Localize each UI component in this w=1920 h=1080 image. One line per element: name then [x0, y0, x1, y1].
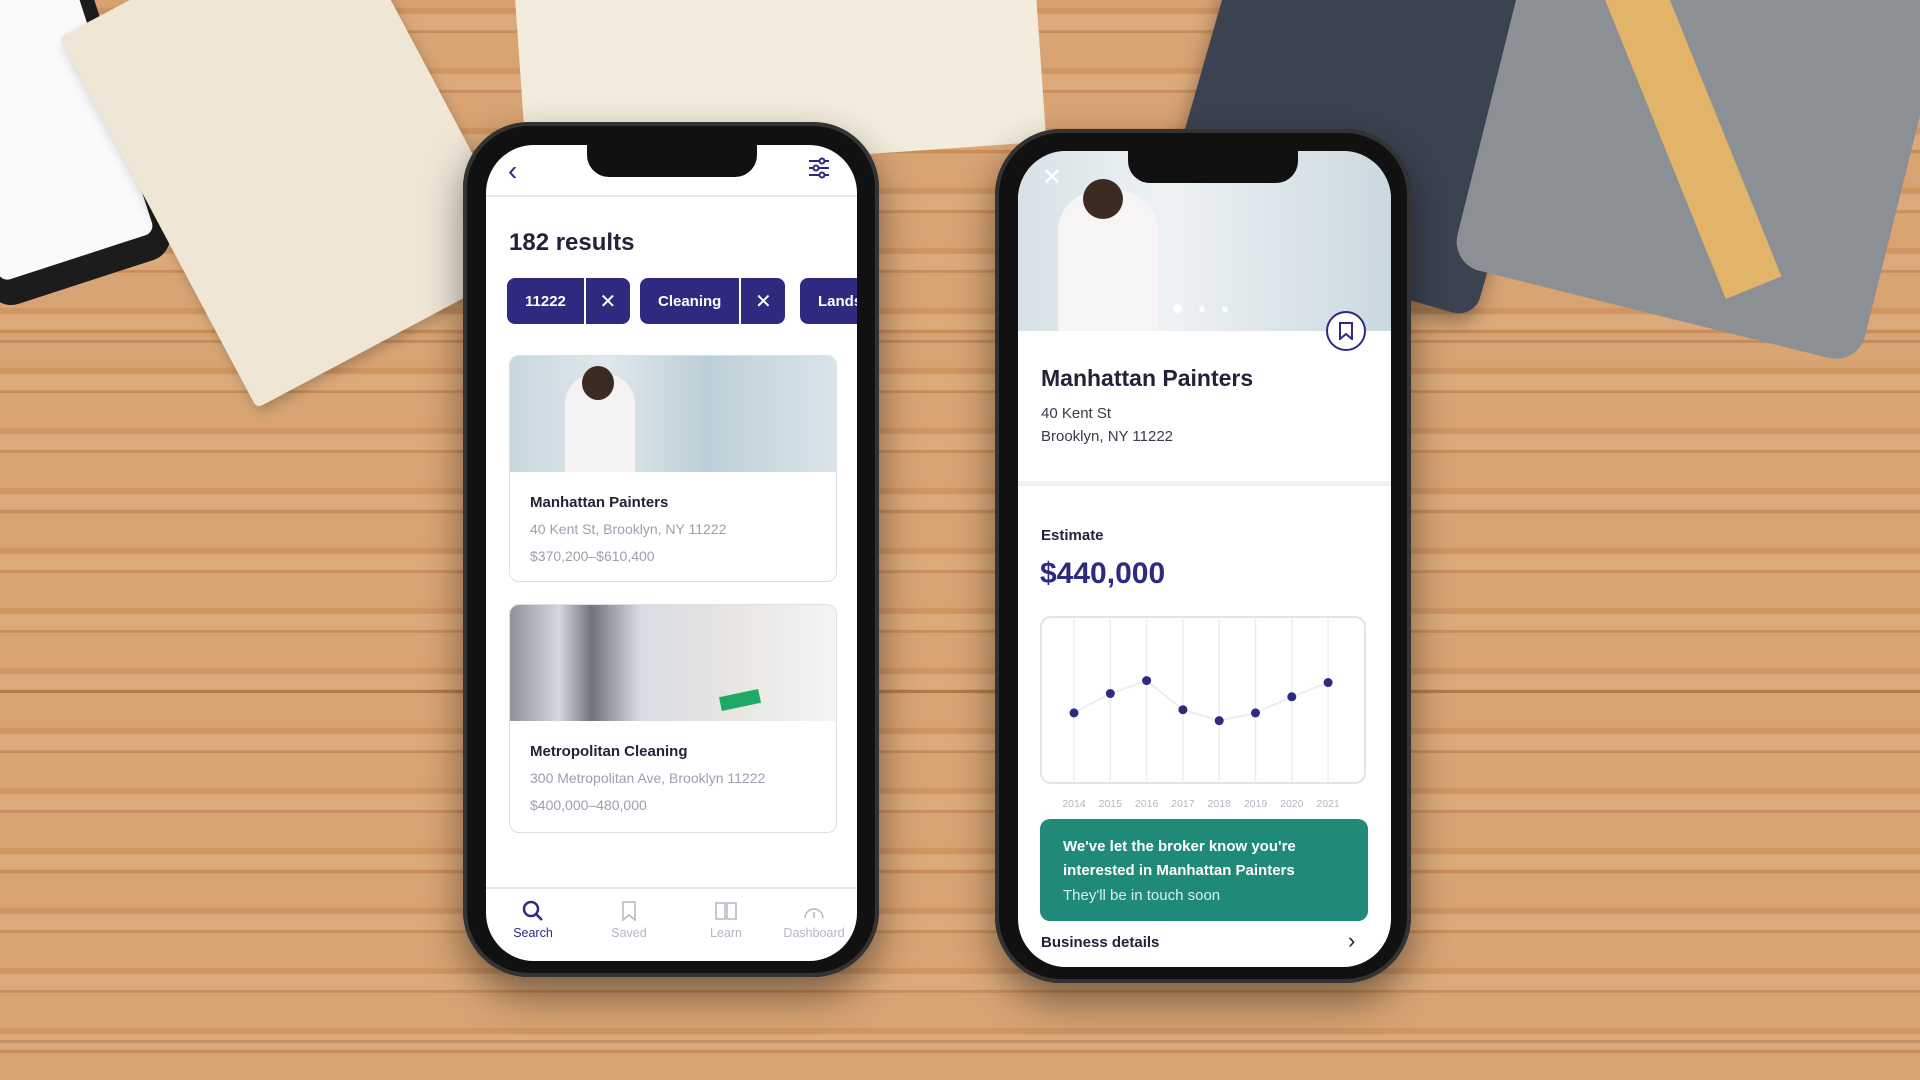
phone-detail: ✕ Manhattan Painters 40 Kent St Brooklyn… [995, 129, 1411, 983]
x-tick-label: 2014 [1062, 798, 1086, 810]
listing-address: 40 Kent St, Brooklyn, NY 11222 [530, 521, 727, 537]
data-point [1323, 678, 1333, 688]
toast-subtext: They'll be in touch soon [1063, 887, 1221, 904]
broker-notified-toast: We've let the broker know you're interes… [1040, 819, 1368, 921]
wood-grain [0, 690, 1920, 693]
back-chevron-icon[interactable]: ‹ [508, 155, 517, 187]
chip-label: Lands [818, 292, 857, 310]
estimate-chart: 2014 2015 2016 2017 2018 2019 2020 2021 [1040, 616, 1366, 810]
carousel-dot[interactable] [1173, 304, 1182, 313]
tab-saved[interactable]: Saved [584, 900, 674, 940]
tab-learn[interactable]: Learn [681, 900, 771, 940]
bookmark-icon [1339, 322, 1353, 340]
estimate-value: $440,000 [1040, 557, 1166, 590]
filter-chip-zip[interactable]: 11222 ✕ [507, 278, 630, 324]
header-divider [486, 195, 857, 197]
estimate-label: Estimate [1041, 527, 1104, 544]
data-point [1287, 692, 1297, 702]
book-icon [715, 902, 737, 920]
data-point [1069, 708, 1079, 718]
remove-chip-icon[interactable]: ✕ [583, 278, 630, 324]
business-name: Manhattan Painters [1041, 365, 1254, 391]
bookmark-icon [622, 901, 636, 922]
search-screen: ‹ 182 results 11222 ✕ Cleaning ✕ Lands Man… [486, 145, 857, 961]
x-tick-label: 2020 [1280, 798, 1304, 810]
chart-frame [1040, 616, 1366, 784]
listing-price: $370,200–$610,400 [530, 548, 655, 564]
save-button[interactable] [1326, 311, 1366, 351]
tab-dashboard[interactable]: Dashboard [769, 900, 857, 940]
x-tick-label: 2019 [1244, 798, 1268, 810]
toast-line-1: We've let the broker know you're [1063, 838, 1296, 855]
data-point [1178, 705, 1188, 715]
data-point [1251, 708, 1260, 718]
data-point [1142, 676, 1152, 686]
laundromat-photo [510, 605, 836, 721]
carousel-dot[interactable] [1222, 305, 1228, 312]
listing-address: 300 Metropolitan Ave, Brooklyn 11222 [530, 770, 766, 786]
gauge-icon [804, 908, 824, 919]
listing-card[interactable]: Manhattan Painters 40 Kent St, Brooklyn,… [509, 355, 837, 582]
business-details-label: Business details [1041, 934, 1160, 951]
listing-name: Manhattan Painters [530, 494, 669, 511]
wood-grain [0, 1040, 1920, 1043]
results-count: 182 results [509, 229, 635, 256]
listing-card[interactable]: Metropolitan Cleaning 300 Metropolitan A… [509, 604, 837, 833]
x-tick-label: 2021 [1316, 798, 1340, 810]
address-line-1: 40 Kent St [1041, 405, 1112, 422]
close-icon[interactable]: ✕ [1042, 163, 1062, 192]
toast-line-2: interested in Manhattan Painters [1063, 862, 1295, 879]
remove-chip-icon[interactable]: ✕ [739, 278, 785, 324]
tab-label: Dashboard [783, 926, 845, 940]
tab-label: Learn [710, 926, 742, 940]
tab-label: Search [513, 926, 553, 940]
x-tick-label: 2016 [1135, 798, 1159, 810]
filter-sliders-icon[interactable] [808, 157, 830, 179]
tab-label: Saved [611, 926, 647, 940]
filter-chip-cleaning[interactable]: Cleaning ✕ [640, 278, 786, 324]
data-point [1105, 689, 1115, 699]
address-line-2: Brooklyn, NY 11222 [1041, 428, 1174, 445]
x-tick-label: 2018 [1208, 798, 1232, 810]
search-icon [522, 900, 543, 921]
tab-search[interactable]: Search [488, 900, 578, 940]
x-tick-label: 2017 [1171, 798, 1195, 810]
notch [1128, 151, 1298, 183]
carousel-dot[interactable] [1199, 305, 1205, 312]
x-tick-label: 2015 [1099, 798, 1123, 810]
notch [587, 145, 757, 177]
section-divider [1018, 481, 1391, 486]
painter-photo [510, 356, 836, 472]
detail-screen: ✕ Manhattan Painters 40 Kent St Brooklyn… [1018, 151, 1391, 967]
chip-label: 11222 [525, 292, 566, 310]
filter-chip-landscaping[interactable]: Lands [800, 278, 857, 324]
data-point [1214, 716, 1224, 726]
phone-search: ‹ 182 results 11222 ✕ Cleaning ✕ Lands Man… [463, 122, 879, 977]
chip-label: Cleaning [658, 292, 722, 310]
tabbar-divider [486, 887, 857, 889]
chevron-right-icon: › [1348, 928, 1356, 953]
business-details-row[interactable]: Business details › [1018, 928, 1391, 967]
listing-name: Metropolitan Cleaning [530, 743, 688, 760]
listing-price: $400,000–480,000 [530, 797, 647, 813]
carousel-dots[interactable] [1173, 304, 1228, 313]
